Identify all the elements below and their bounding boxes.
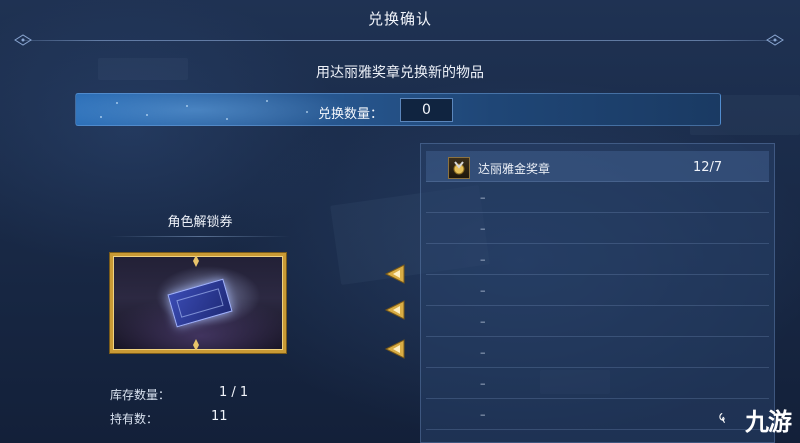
empty-slot-dash: – bbox=[480, 377, 486, 390]
list-item bbox=[426, 275, 769, 306]
arrow-left-icon[interactable] bbox=[384, 262, 408, 286]
arrow-left-icon[interactable] bbox=[384, 337, 408, 361]
list-item bbox=[426, 368, 769, 399]
stock-value: 1 / 1 bbox=[219, 385, 249, 400]
medal-name: 达丽雅金奖章 bbox=[478, 162, 551, 176]
frame-corner-ornament-icon bbox=[193, 339, 199, 350]
owned-label: 持有数： bbox=[110, 412, 159, 426]
owned-value: 11 bbox=[211, 409, 228, 424]
list-item bbox=[426, 306, 769, 337]
item-image-frame[interactable] bbox=[110, 253, 286, 353]
list-item bbox=[426, 213, 769, 244]
medal-count: 12/7 bbox=[693, 160, 723, 175]
title-divider bbox=[22, 40, 778, 41]
empty-slot-dash: – bbox=[480, 346, 486, 359]
item-name-underline bbox=[110, 236, 290, 237]
list-item bbox=[426, 337, 769, 368]
empty-slot-dash: – bbox=[480, 191, 486, 204]
gold-medal-icon bbox=[448, 157, 470, 179]
frame-corner-ornament-icon bbox=[193, 256, 199, 267]
quantity-bar bbox=[75, 93, 721, 126]
empty-slot-dash: – bbox=[480, 253, 486, 266]
divider-ornament-icon bbox=[14, 34, 32, 46]
exchange-subtitle: 用达丽雅奖章兑换新的物品 bbox=[316, 65, 484, 81]
quantity-label: 兑换数量： bbox=[318, 107, 384, 122]
page-title: 兑换确认 bbox=[367, 10, 432, 28]
watermark-logo-icon bbox=[719, 413, 725, 423]
item-name: 角色解锁券 bbox=[167, 215, 233, 230]
divider-ornament-icon bbox=[766, 34, 784, 46]
quantity-input[interactable]: 0 bbox=[400, 98, 453, 122]
empty-slot-dash: – bbox=[480, 284, 486, 297]
list-item bbox=[426, 244, 769, 275]
empty-slot-dash: – bbox=[480, 222, 486, 235]
empty-slot-dash: – bbox=[480, 408, 486, 421]
empty-slot-dash: – bbox=[480, 315, 486, 328]
arrow-left-icon[interactable] bbox=[384, 298, 408, 322]
watermark-text: 九游 bbox=[745, 408, 792, 436]
stock-label: 库存数量： bbox=[110, 388, 171, 402]
unlock-ticket-icon bbox=[167, 278, 233, 328]
list-item bbox=[426, 182, 769, 213]
